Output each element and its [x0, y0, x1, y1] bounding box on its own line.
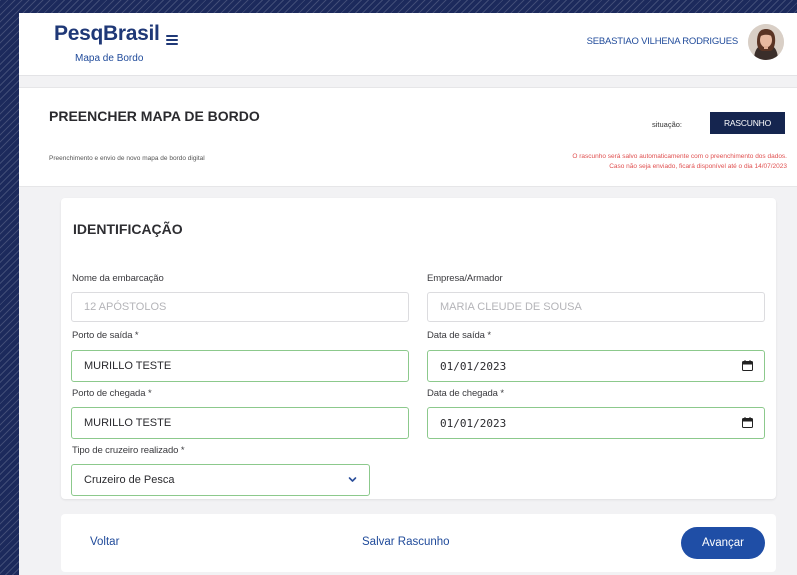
calendar-icon[interactable] [742, 417, 753, 428]
data-saida-field[interactable]: 01/01/2023 [427, 350, 765, 382]
user-avatar-icon [748, 24, 784, 60]
tipo-cruzeiro-select[interactable]: Cruzeiro de Pesca [71, 464, 370, 496]
nome-embarcacao-field: 12 APÓSTOLOS [71, 292, 409, 322]
status-badge: RASCUNHO [710, 112, 785, 134]
brand-subtitle: Mapa de Bordo [75, 53, 144, 64]
page-title: PREENCHER MAPA DE BORDO [49, 108, 260, 124]
draft-note-line-1: O rascunho será salvo automaticamente co… [572, 153, 787, 160]
data-chegada-label: Data de chegada * [427, 388, 504, 399]
porto-chegada-field[interactable]: MURILLO TESTE [71, 407, 409, 439]
data-chegada-field[interactable]: 01/01/2023 [427, 407, 765, 439]
page-subtitle: Preenchimento e envio de novo mapa de bo… [49, 155, 205, 162]
porto-saida-value: MURILLO TESTE [84, 360, 172, 372]
salvar-rascunho-button[interactable]: Salvar Rascunho [362, 536, 450, 548]
tipo-cruzeiro-label: Tipo de cruzeiro realizado * [72, 445, 185, 456]
data-saida-label: Data de saída * [427, 330, 491, 341]
nome-embarcacao-value: 12 APÓSTOLOS [84, 301, 167, 313]
top-bar: PesqBrasil Mapa de Bordo SEBASTIAO VILHE… [19, 13, 797, 76]
section-title: IDENTIFICAÇÃO [73, 221, 183, 237]
empresa-armador-label: Empresa/Armador [427, 273, 503, 284]
avatar[interactable] [748, 24, 784, 60]
avancar-button[interactable]: Avançar [681, 527, 765, 559]
porto-saida-field[interactable]: MURILLO TESTE [71, 350, 409, 382]
tipo-cruzeiro-value: Cruzeiro de Pesca [84, 474, 175, 486]
identificacao-card: IDENTIFICAÇÃO Nome da embarcação 12 APÓS… [61, 198, 776, 499]
user-name[interactable]: SEBASTIAO VILHENA RODRIGUES [587, 36, 739, 47]
porto-saida-label: Porto de saída * [72, 330, 139, 341]
nome-embarcacao-label: Nome da embarcação [72, 273, 164, 284]
porto-chegada-value: MURILLO TESTE [84, 417, 172, 429]
app-window: PesqBrasil Mapa de Bordo SEBASTIAO VILHE… [19, 13, 797, 575]
hamburger-menu-icon[interactable] [166, 35, 178, 45]
chevron-down-icon [348, 477, 357, 482]
data-saida-value: 01/01/2023 [440, 359, 507, 373]
form-actions: Voltar Salvar Rascunho Avançar [61, 514, 776, 572]
empresa-armador-field: MARIA CLEUDE DE SOUSA [427, 292, 765, 322]
brand-logo[interactable]: PesqBrasil [54, 22, 160, 46]
empresa-armador-value: MARIA CLEUDE DE SOUSA [440, 301, 582, 313]
situacao-label: situação: [652, 120, 683, 129]
draft-note-line-2: Caso não seja enviado, ficará disponível… [609, 163, 787, 170]
porto-chegada-label: Porto de chegada * [72, 388, 152, 399]
calendar-icon[interactable] [742, 360, 753, 371]
data-chegada-value: 01/01/2023 [440, 416, 507, 430]
voltar-button[interactable]: Voltar [90, 536, 119, 548]
page-header: PREENCHER MAPA DE BORDO Preenchimento e … [19, 87, 797, 187]
draft-autosave-note: O rascunho será salvo automaticamente co… [572, 152, 787, 172]
